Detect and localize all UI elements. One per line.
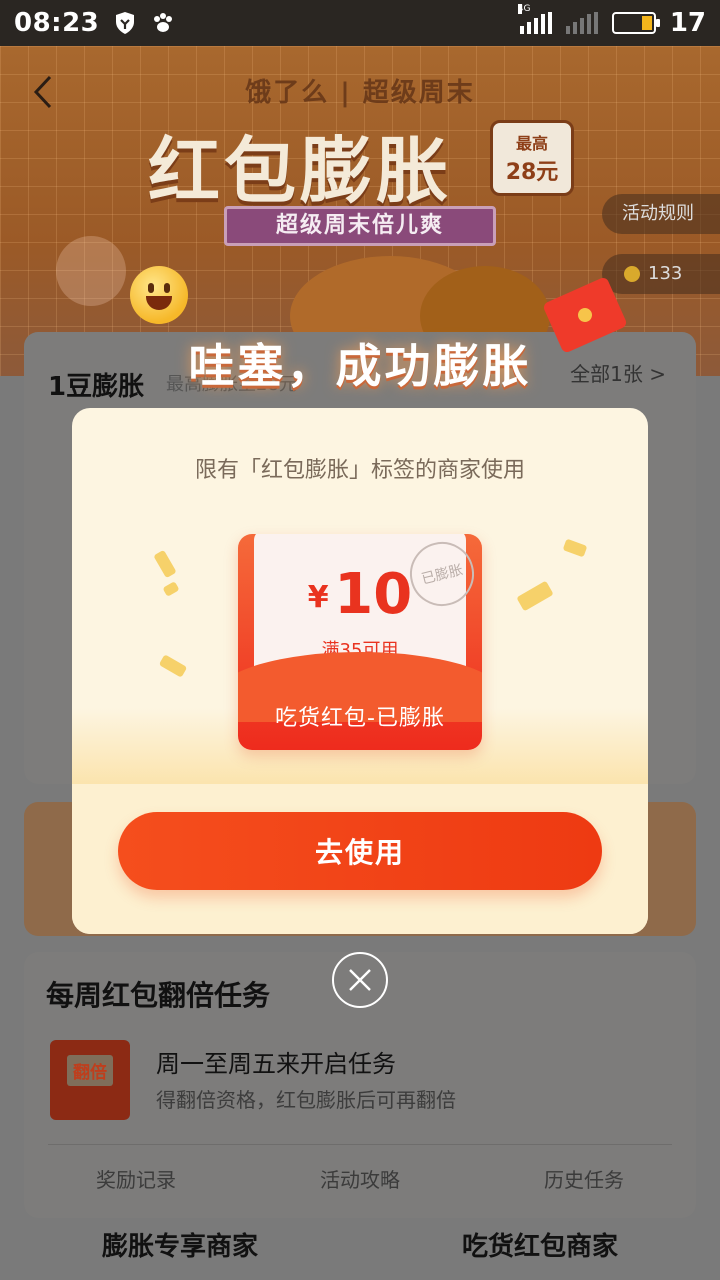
status-time: 08:23	[14, 8, 100, 38]
divider	[48, 1144, 672, 1145]
coin-count: 133	[648, 263, 683, 284]
coin-icon	[624, 266, 640, 282]
link-activity-guide[interactable]: 活动攻略	[248, 1164, 472, 1193]
hero-title: 红包膨胀	[148, 129, 453, 213]
max-badge-line2: 28元	[505, 160, 559, 185]
task-desc: 得翻倍资格，红包膨胀后可再翻倍	[156, 1088, 456, 1112]
shield-icon	[113, 11, 137, 35]
task-main-text: 周一至周五来开启任务	[156, 1050, 396, 1078]
confetti-icon	[516, 580, 554, 612]
use-now-button[interactable]: 去使用	[118, 812, 602, 890]
success-modal: 限有「红包膨胀」标签的商家使用 已膨胀 ¥ 10 满35可用 吃货红包-已膨胀 …	[72, 408, 648, 934]
link-reward-records[interactable]: 奖励记录	[24, 1164, 248, 1193]
coupon-price: ¥ 10	[238, 562, 482, 627]
bottom-tabs: 膨胀专享商家 吃货红包商家	[0, 1226, 720, 1263]
double-icon-tag: 翻倍	[67, 1054, 113, 1086]
emoji-face-icon	[130, 266, 188, 324]
paw-icon	[151, 11, 175, 35]
tasks-title: 每周红包翻倍任务	[46, 979, 271, 1012]
close-button[interactable]	[332, 952, 388, 1008]
link-history-tasks[interactable]: 历史任务	[472, 1164, 696, 1193]
max-badge: 最高 28元	[490, 120, 574, 196]
close-icon	[349, 969, 371, 991]
confetti-icon	[153, 549, 177, 579]
confetti-icon	[158, 654, 188, 678]
signal-2-icon	[565, 12, 598, 34]
hero-subtitle: 超级周末倍儿爽	[224, 206, 496, 246]
battery-icon	[611, 12, 660, 34]
brand-logo: 饿了么 | 超级周末	[245, 78, 475, 108]
coupon-name: 吃货红包-已膨胀	[275, 706, 445, 731]
max-badge-line1: 最高	[515, 134, 548, 153]
popup-headline: 哇塞，成功膨胀	[188, 339, 532, 393]
signal-icon: 4G	[517, 4, 552, 34]
double-icon: 翻倍	[50, 1040, 130, 1120]
network-tag: 4G	[517, 4, 531, 14]
coupon-amount: 10	[334, 562, 413, 627]
currency-symbol: ¥	[307, 580, 329, 615]
status-bar: 08:23 4G 17	[0, 0, 720, 46]
battery-level: 17	[669, 8, 706, 38]
tasks-links: 奖励记录 活动攻略 历史任务	[24, 1164, 696, 1193]
tab-exclusive-merchants[interactable]: 膨胀专享商家	[0, 1226, 360, 1263]
coupon-ticket: 已膨胀 ¥ 10 满35可用 吃货红包-已膨胀	[238, 534, 482, 750]
coin-counter[interactable]: 133	[602, 254, 720, 294]
confetti-icon	[162, 581, 180, 597]
tab-foodie-merchants[interactable]: 吃货红包商家	[360, 1226, 720, 1263]
usage-hint: 限有「红包膨胀」标签的商家使用	[194, 458, 525, 483]
confetti-icon	[562, 538, 588, 558]
rules-button[interactable]: 活动规则	[602, 194, 720, 234]
